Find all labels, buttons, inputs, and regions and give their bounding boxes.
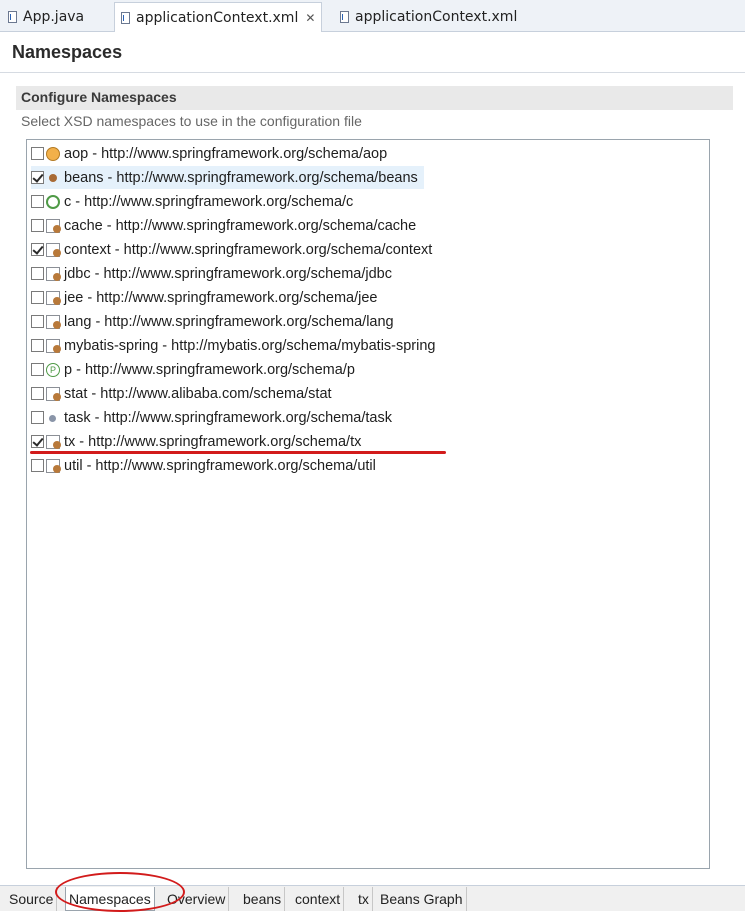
tab-source[interactable]: Source — [6, 887, 58, 911]
namespace-checkbox[interactable] — [31, 267, 44, 280]
namespace-checkbox[interactable] — [31, 387, 44, 400]
namespace-checkbox[interactable] — [31, 363, 44, 376]
bean-icon — [46, 171, 60, 185]
namespace-label: jee - http://www.springframework.org/sch… — [64, 289, 378, 306]
cache-icon — [46, 218, 61, 233]
tab-context[interactable]: context — [292, 887, 345, 911]
tab-tx[interactable]: tx — [355, 887, 373, 911]
section-description: Select XSD namespaces to use in the conf… — [21, 113, 362, 129]
namespace-row[interactable]: lang - http://www.springframework.org/sc… — [31, 310, 394, 333]
tab-label: Overview — [167, 891, 226, 907]
namespace-label: task - http://www.springframework.org/sc… — [64, 409, 392, 426]
tab-label: applicationContext.xml — [136, 9, 299, 26]
tab-application-context-active[interactable]: applicationContext.xml ✕ — [114, 2, 323, 32]
xml-file-icon — [121, 11, 130, 24]
namespace-row[interactable]: tx - http://www.springframework.org/sche… — [31, 430, 361, 453]
namespace-row[interactable]: Pp - http://www.springframework.org/sche… — [31, 358, 355, 381]
jdbc-icon — [46, 266, 61, 281]
tab-label: tx — [358, 891, 369, 907]
namespace-row[interactable]: c - http://www.springframework.org/schem… — [31, 190, 353, 213]
namespace-label: tx - http://www.springframework.org/sche… — [64, 433, 362, 450]
namespace-checkbox[interactable] — [31, 195, 44, 208]
namespace-checkbox[interactable] — [31, 411, 44, 424]
editor-page-tabs: Source Namespaces Overview beans context… — [0, 885, 745, 911]
editor-tab-bar: App.java applicationContext.xml ✕ applic… — [0, 0, 745, 32]
namespace-row[interactable]: aop - http://www.springframework.org/sch… — [31, 142, 387, 165]
namespace-row[interactable]: util - http://www.springframework.org/sc… — [31, 454, 376, 477]
namespace-label: util - http://www.springframework.org/sc… — [64, 457, 376, 474]
namespace-label: cache - http://www.springframework.org/s… — [64, 217, 417, 234]
section-header[interactable]: Configure Namespaces — [16, 86, 733, 110]
namespace-label: c - http://www.springframework.org/schem… — [64, 193, 354, 210]
stat-icon — [46, 386, 61, 401]
namespace-checkbox[interactable] — [31, 147, 44, 160]
tab-label: App.java — [23, 9, 85, 25]
namespace-checkbox[interactable] — [31, 219, 44, 232]
util-icon — [46, 458, 61, 473]
namespace-checkbox[interactable] — [31, 171, 44, 184]
tab-label: Namespaces — [69, 890, 151, 907]
namespace-row[interactable]: task - http://www.springframework.org/sc… — [31, 406, 392, 429]
namespace-label: stat - http://www.alibaba.com/schema/sta… — [64, 385, 332, 402]
task-icon — [46, 411, 60, 425]
namespace-row[interactable]: beans - http://www.springframework.org/s… — [31, 166, 424, 189]
namespace-checkbox[interactable] — [31, 243, 44, 256]
c-namespace-icon — [46, 194, 60, 209]
tab-app-java[interactable]: App.java — [2, 3, 90, 31]
namespace-row[interactable]: mybatis-spring - http://mybatis.org/sche… — [31, 334, 436, 357]
tab-beans-graph[interactable]: Beans Graph — [377, 887, 467, 911]
jee-icon — [46, 290, 61, 305]
tab-overview[interactable]: Overview — [164, 887, 230, 911]
tab-label: Beans Graph — [380, 891, 463, 907]
namespace-label: beans - http://www.springframework.org/s… — [64, 169, 418, 186]
context-icon — [46, 242, 61, 257]
divider — [0, 72, 745, 73]
namespace-label: jdbc - http://www.springframework.org/sc… — [64, 265, 392, 282]
tab-beans[interactable]: beans — [240, 887, 286, 911]
page-title: Namespaces — [12, 42, 123, 62]
namespace-label: p - http://www.springframework.org/schem… — [64, 361, 355, 378]
namespace-row[interactable]: jee - http://www.springframework.org/sch… — [31, 286, 378, 309]
annotation-underline — [30, 451, 446, 454]
aop-icon — [46, 146, 60, 161]
namespace-row[interactable]: stat - http://www.alibaba.com/schema/sta… — [31, 382, 332, 405]
tab-application-context[interactable]: applicationContext.xml — [334, 3, 523, 31]
namespace-list[interactable]: aop - http://www.springframework.org/sch… — [26, 139, 710, 869]
tx-icon — [46, 434, 61, 449]
tab-label: Source — [9, 891, 54, 907]
namespace-checkbox[interactable] — [31, 339, 44, 352]
namespace-label: aop - http://www.springframework.org/sch… — [64, 145, 388, 162]
namespace-row[interactable]: jdbc - http://www.springframework.org/sc… — [31, 262, 392, 285]
namespace-row[interactable]: context - http://www.springframework.org… — [31, 238, 432, 261]
namespace-label: mybatis-spring - http://mybatis.org/sche… — [64, 337, 436, 354]
namespace-label: context - http://www.springframework.org… — [64, 241, 433, 258]
namespace-checkbox[interactable] — [31, 459, 44, 472]
mybatis-icon — [46, 338, 61, 353]
lang-icon — [46, 314, 61, 329]
section-title: Configure Namespaces — [21, 89, 177, 105]
tab-label: context — [295, 891, 341, 907]
namespace-checkbox[interactable] — [31, 435, 44, 448]
namespace-checkbox[interactable] — [31, 291, 44, 304]
close-icon[interactable]: ✕ — [305, 11, 315, 25]
namespace-row[interactable]: cache - http://www.springframework.org/s… — [31, 214, 416, 237]
java-file-icon — [8, 11, 17, 23]
namespace-label: lang - http://www.springframework.org/sc… — [64, 313, 394, 330]
tab-label: beans — [243, 891, 282, 907]
tab-namespaces[interactable]: Namespaces — [65, 887, 155, 911]
tab-label: applicationContext.xml — [355, 9, 518, 25]
p-namespace-icon: P — [46, 362, 60, 377]
namespace-checkbox[interactable] — [31, 315, 44, 328]
xml-file-icon — [340, 11, 349, 23]
